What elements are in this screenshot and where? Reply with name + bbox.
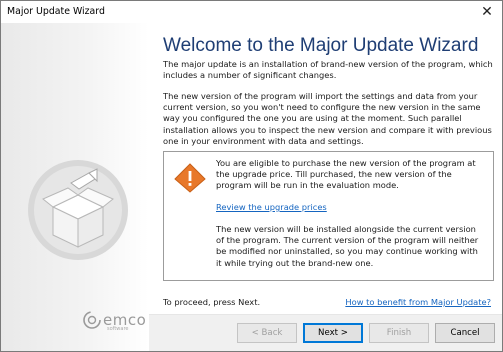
details-paragraph: The new version of the program will impo…	[163, 91, 492, 146]
emco-mark-icon	[83, 311, 101, 329]
benefit-link[interactable]: How to benefit from Major Update?	[345, 297, 491, 307]
box-upgrade-icon	[28, 160, 128, 260]
close-icon[interactable]: ✕	[472, 1, 502, 23]
next-button[interactable]: Next >	[303, 323, 363, 343]
finish-button[interactable]: Finish	[369, 323, 429, 343]
warning-icon	[174, 163, 206, 193]
eligibility-text: You are eligible to purchase the new ver…	[216, 158, 476, 191]
side-by-side-text: The new version will be installed alongs…	[216, 224, 479, 268]
sidebar-banner: emco software	[1, 23, 149, 351]
intro-paragraph: The major update is an installation of b…	[163, 59, 493, 81]
brand-subtitle: software	[107, 326, 129, 332]
back-button[interactable]: < Back	[237, 323, 297, 343]
wizard-window: Major Update Wizard ✕ emco software Welc…	[0, 0, 503, 352]
review-prices-link[interactable]: Review the upgrade prices	[216, 202, 486, 213]
page-title: Welcome to the Major Update Wizard	[163, 35, 479, 56]
upgrade-notice: You are eligible to purchase the new ver…	[163, 151, 494, 281]
proceed-hint: To proceed, press Next.	[163, 297, 261, 307]
cancel-button[interactable]: Cancel	[435, 323, 495, 343]
title-bar: Major Update Wizard ✕	[1, 1, 502, 23]
window-title: Major Update Wizard	[7, 6, 105, 17]
emco-logo: emco software	[81, 309, 146, 332]
